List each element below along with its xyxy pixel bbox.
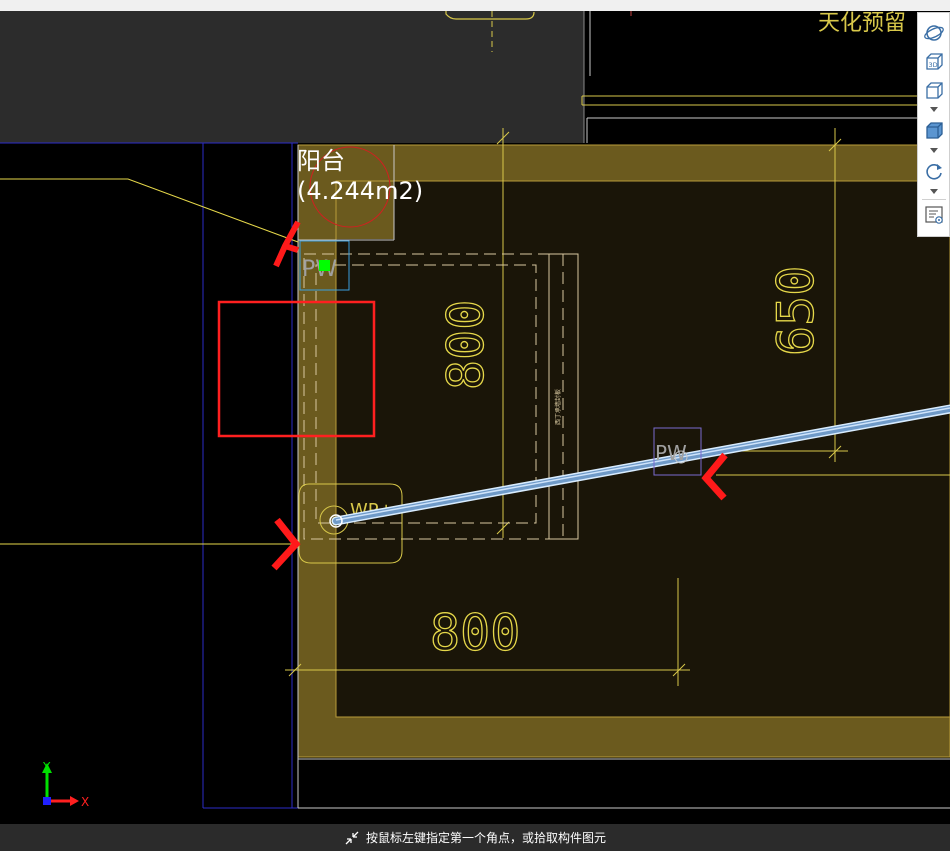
toolbar-separator — [922, 199, 946, 200]
rotate-icon — [926, 164, 942, 180]
view-cube-dropdown[interactable] — [929, 105, 939, 113]
view-settings-button[interactable] — [921, 203, 947, 227]
orbit-button[interactable] — [921, 21, 947, 45]
drawing-canvas[interactable]: 天化预留 西丁承墙封板 800 650 800 阳台 (4.244m2) PW … — [0, 11, 950, 824]
chevron-down-icon — [930, 147, 938, 153]
gray-region — [0, 11, 584, 143]
shaded-cube-icon — [926, 122, 943, 139]
red-chevron-marker — [284, 243, 299, 253]
room-name: 阳台 — [297, 147, 345, 175]
ucs-y-label: Y — [42, 760, 51, 774]
balcony-floor — [336, 181, 950, 717]
view-settings-icon — [925, 206, 943, 224]
ucs-origin — [43, 797, 51, 805]
shaded-view-dropdown[interactable] — [929, 146, 939, 154]
collapse-arrows-icon — [344, 830, 360, 846]
view-cube-button[interactable] — [921, 79, 947, 103]
orbit-icon — [924, 25, 944, 41]
status-prompt: 按鼠标左键指定第一个角点，或拾取构件图元 — [365, 831, 606, 845]
selection-grip[interactable] — [319, 260, 330, 271]
view-toolbar: 3D — [917, 12, 950, 237]
room-area: (4.244m2) — [297, 177, 423, 205]
rotate-dropdown[interactable] — [929, 187, 939, 195]
ucs-x-label: X — [81, 795, 89, 809]
dimension-text-650: 650 — [767, 266, 825, 356]
shaded-view-button[interactable] — [921, 119, 947, 143]
chevron-down-icon — [930, 188, 938, 194]
view-3d-icon: 3D — [926, 53, 943, 70]
status-bar: 按鼠标左键指定第一个角点，或拾取构件图元 — [0, 824, 950, 851]
view-3d-button[interactable]: 3D — [921, 50, 947, 74]
dimension-text-800-horizontal: 800 — [430, 604, 520, 662]
dimension-text-800-vertical: 800 — [437, 300, 495, 390]
cad-application: 天化预留 西丁承墙封板 800 650 800 阳台 (4.244m2) PW … — [0, 0, 950, 851]
chevron-down-icon — [930, 106, 938, 112]
fixture-note: 西丁承墙封板 — [554, 389, 562, 425]
svg-text:3D: 3D — [929, 61, 938, 69]
rotate-button[interactable] — [921, 159, 947, 183]
top-right-label: 天化预留 — [818, 11, 906, 36]
view-cube-icon — [926, 82, 943, 99]
pw-tag-2: PW — [655, 441, 687, 465]
